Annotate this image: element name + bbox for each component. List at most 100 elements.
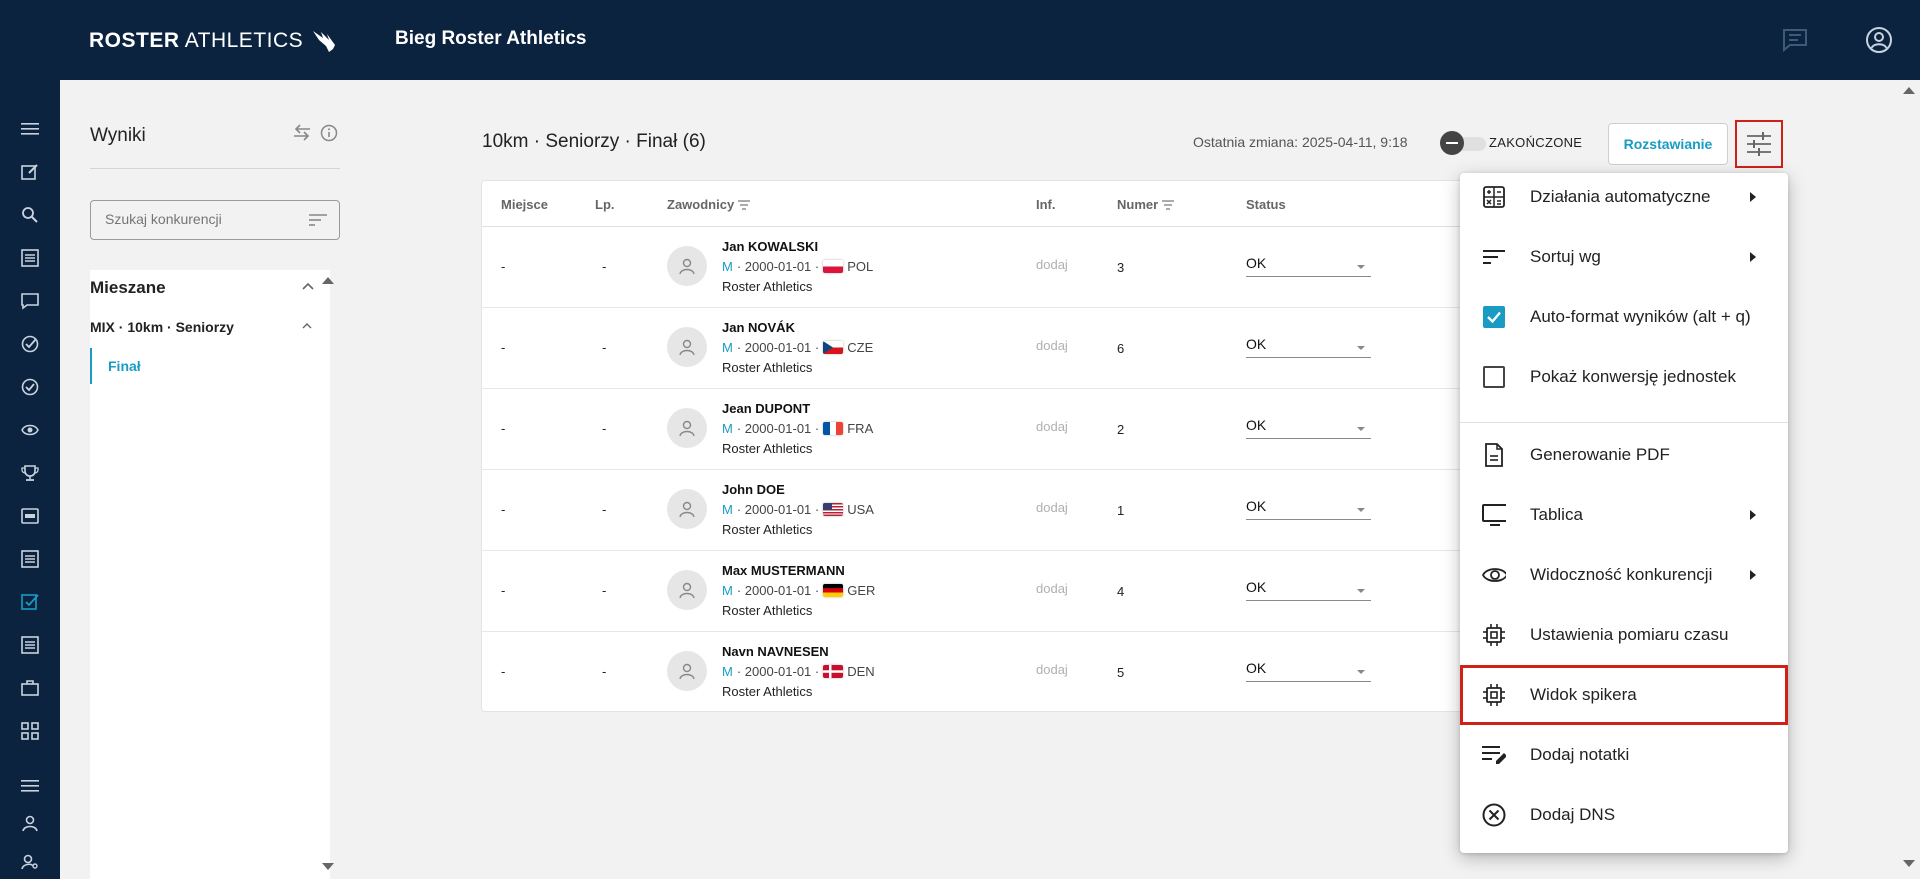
search-icon[interactable] <box>18 203 42 227</box>
status-select[interactable]: OK <box>1246 253 1371 277</box>
settings-menu-button[interactable] <box>1735 120 1783 168</box>
event-title[interactable]: MIX · 10km · Seniorzy <box>90 319 234 335</box>
menu-item-timing-settings[interactable]: Ustawienia pomiaru czasu <box>1460 611 1788 659</box>
menu-item-event-visibility[interactable]: Widoczność konkurencji <box>1460 551 1788 599</box>
add-info-link[interactable]: dodaj <box>1036 500 1068 515</box>
list-icon[interactable] <box>18 547 42 571</box>
checkbox-icon[interactable] <box>18 590 42 614</box>
dropdown-arrow-icon <box>1357 508 1365 512</box>
table-row[interactable]: - - John DOE M · 2000-01-01 · USA Roster A… <box>482 470 1480 551</box>
menu-item-label: Tablica <box>1530 505 1583 524</box>
sex-label: M <box>722 421 733 436</box>
briefcase-icon[interactable] <box>18 676 42 700</box>
list-icon[interactable] <box>18 246 42 270</box>
messages-icon[interactable] <box>1779 24 1811 56</box>
group-title[interactable]: Mieszane <box>90 278 166 298</box>
table-row[interactable]: - - Jean DUPONT M · 2000-01-01 · FRA Roste… <box>482 389 1480 470</box>
col-header-number[interactable]: Numer <box>1117 197 1175 212</box>
filter-icon[interactable] <box>309 213 327 227</box>
athlete-meta: M · 2000-01-01 · DEN <box>722 664 875 679</box>
menu-item-auto-format[interactable]: Auto-format wyników (alt + q) <box>1460 293 1788 341</box>
add-info-link[interactable]: dodaj <box>1036 419 1068 434</box>
athlete-name[interactable]: Jean DUPONT <box>722 401 810 416</box>
athlete-club: Roster Athletics <box>722 360 813 375</box>
sort-icon[interactable] <box>738 199 751 210</box>
status-select[interactable]: OK <box>1246 577 1371 601</box>
scroll-down-arrow-icon[interactable] <box>322 863 334 871</box>
trophy-icon[interactable] <box>18 461 42 485</box>
add-info-link[interactable]: dodaj <box>1036 662 1068 677</box>
finished-toggle[interactable] <box>1440 131 1486 155</box>
account-circle-icon[interactable] <box>1863 24 1895 56</box>
check-circle-icon[interactable] <box>18 332 42 356</box>
event-search-field[interactable] <box>90 200 340 240</box>
roster-athletics-logo[interactable]: ROSTER ATHLETICS <box>89 26 339 56</box>
eye-icon[interactable] <box>18 418 42 442</box>
menu-item-unit-conversion[interactable]: Pokaż konwersję jednostek <box>1460 353 1788 401</box>
add-info-link[interactable]: dodaj <box>1036 257 1068 272</box>
col-header-info[interactable]: Inf. <box>1036 197 1056 212</box>
sex-label: M <box>722 502 733 517</box>
sex-label: M <box>722 664 733 679</box>
athlete-name[interactable]: Jan NOVÁK <box>722 320 795 335</box>
menu-item-add-notes[interactable]: Dodaj notatki <box>1460 731 1788 779</box>
athlete-club: Roster Athletics <box>722 684 813 699</box>
athlete-meta: M · 2000-01-01 · POL <box>722 259 873 274</box>
chat-icon[interactable] <box>18 289 42 313</box>
status-select[interactable]: OK <box>1246 415 1371 439</box>
athlete-name[interactable]: Max MUSTERMANN <box>722 563 845 578</box>
menu-item-sort-by[interactable]: Sortuj wg <box>1460 233 1788 281</box>
menu-item-generate-pdf[interactable]: Generowanie PDF <box>1460 431 1788 479</box>
avatar <box>667 246 707 286</box>
status-select[interactable]: OK <box>1246 658 1371 682</box>
country-code: FRA <box>847 421 874 436</box>
event-search-input[interactable] <box>105 211 295 227</box>
edit-icon[interactable] <box>18 160 42 184</box>
caret-right-icon <box>1750 510 1756 520</box>
swap-icon[interactable] <box>292 124 312 142</box>
menu-item-speaker-view[interactable]: Widok spikera <box>1460 665 1788 725</box>
col-header-lp[interactable]: Lp. <box>595 197 615 212</box>
checkbox-checked-icon[interactable] <box>1482 305 1506 329</box>
athlete-name[interactable]: John DOE <box>722 482 785 497</box>
list-icon[interactable] <box>18 633 42 657</box>
add-info-link[interactable]: dodaj <box>1036 581 1068 596</box>
menu-icon[interactable] <box>18 774 42 798</box>
dob-label: · 2000-01-01 · <box>736 421 820 436</box>
status-select[interactable]: OK <box>1246 334 1371 358</box>
scroll-up-arrow-icon[interactable] <box>322 276 334 284</box>
col-header-place[interactable]: Miejsce <box>501 197 548 212</box>
menu-item-scoreboard[interactable]: Tablica <box>1460 491 1788 539</box>
scoreboard-icon[interactable] <box>18 504 42 528</box>
menu-item-label: Sortuj wg <box>1530 247 1601 266</box>
round-item-final[interactable]: Finał <box>90 348 290 384</box>
key-person-icon[interactable] <box>18 850 42 874</box>
add-info-link[interactable]: dodaj <box>1036 338 1068 353</box>
page-scroll-up-icon[interactable] <box>1903 86 1915 94</box>
col-header-athletes[interactable]: Zawodnicy <box>667 197 751 212</box>
dropdown-arrow-icon <box>1357 670 1365 674</box>
menu-icon[interactable] <box>18 117 42 141</box>
status-select[interactable]: OK <box>1246 496 1371 520</box>
chevron-up-icon[interactable] <box>302 322 312 329</box>
checkbox-empty-icon[interactable] <box>1482 365 1506 389</box>
check-circle-icon[interactable] <box>18 375 42 399</box>
menu-item-auto-actions[interactable]: Działania automatyczne <box>1460 173 1788 221</box>
table-row[interactable]: - - Jan NOVÁK M · 2000-01-01 · CZE Roster … <box>482 308 1480 389</box>
athlete-name[interactable]: Jan KOWALSKI <box>722 239 818 254</box>
sort-icon[interactable] <box>1162 199 1175 210</box>
athlete-name[interactable]: Navn NAVNESEN <box>722 644 829 659</box>
chevron-up-icon[interactable] <box>302 282 314 290</box>
menu-item-add-dns[interactable]: Dodaj DNS <box>1460 791 1788 839</box>
col-header-status[interactable]: Status <box>1246 197 1286 212</box>
table-row[interactable]: - - Max MUSTERMANN M · 2000-01-01 · GER Ro… <box>482 551 1480 632</box>
caret-right-icon <box>1750 570 1756 580</box>
start-list-button[interactable]: Rozstawianie <box>1608 123 1728 165</box>
table-row[interactable]: - - Jan KOWALSKI M · 2000-01-01 · POL Rost… <box>482 227 1480 308</box>
table-row[interactable]: - - Navn NAVNESEN M · 2000-01-01 · DEN Ros… <box>482 632 1480 713</box>
place-cell: - <box>501 340 506 355</box>
grid-icon[interactable] <box>18 719 42 743</box>
person-icon[interactable] <box>18 811 42 835</box>
info-icon[interactable] <box>320 124 338 142</box>
page-scroll-down-icon[interactable] <box>1903 860 1915 868</box>
